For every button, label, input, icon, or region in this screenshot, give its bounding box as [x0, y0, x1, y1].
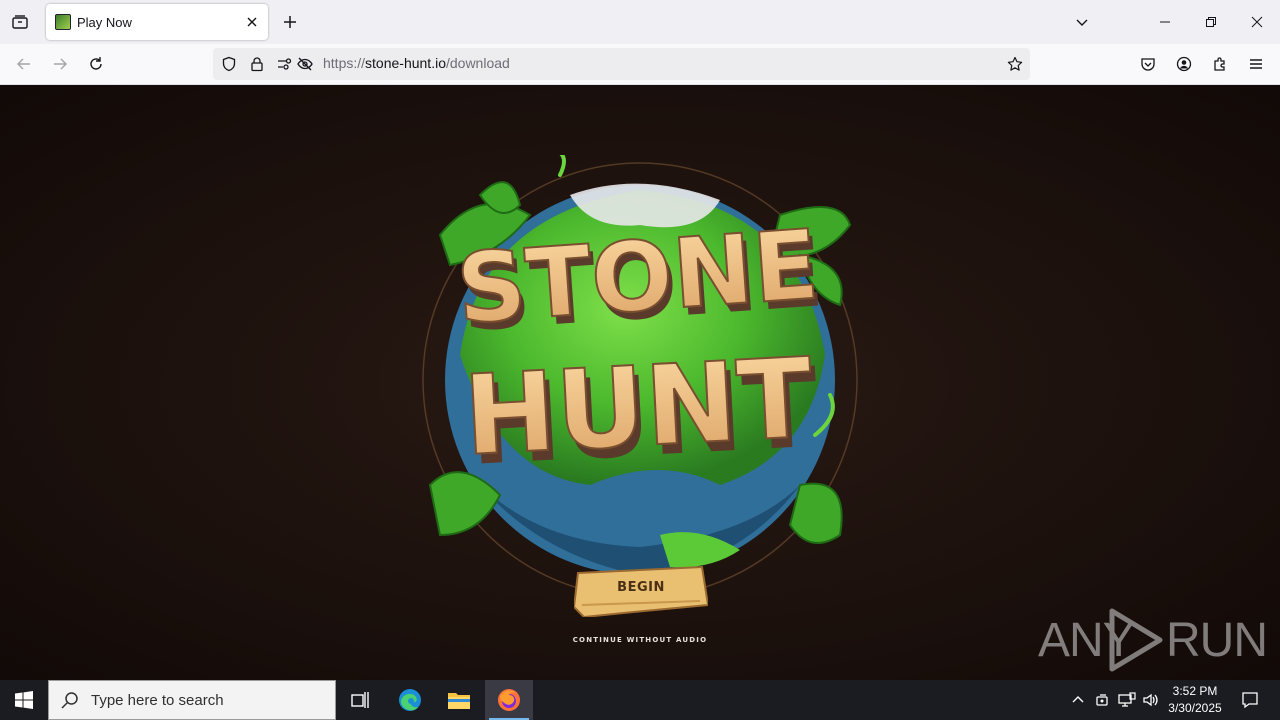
- tab-list-icon[interactable]: [8, 10, 32, 34]
- forward-icon[interactable]: [48, 52, 72, 76]
- meet-now-icon[interactable]: [1093, 690, 1113, 710]
- stone-hunt-favicon: [55, 14, 71, 30]
- search-icon: [61, 691, 79, 709]
- clock-date: 3/30/2025: [1168, 701, 1222, 715]
- firefox-icon[interactable]: [485, 680, 533, 720]
- taskbar-search-box[interactable]: Type here to search: [48, 680, 336, 720]
- watermark-text-right: RUN: [1166, 614, 1268, 667]
- back-icon[interactable]: [12, 52, 36, 76]
- tracking-off-icon[interactable]: [293, 52, 317, 76]
- edge-browser-icon[interactable]: [386, 680, 434, 720]
- shield-icon[interactable]: [217, 52, 241, 76]
- tab-title: Play Now: [77, 14, 132, 30]
- url-bar[interactable]: https://stone-hunt.io/download: [213, 48, 1030, 80]
- file-explorer-icon[interactable]: [435, 680, 483, 720]
- reload-icon[interactable]: [84, 52, 108, 76]
- close-icon[interactable]: [241, 11, 263, 33]
- restore-icon[interactable]: [1188, 0, 1234, 44]
- browser-tab-active[interactable]: Play Now: [46, 4, 268, 40]
- windows-start-icon[interactable]: [0, 680, 48, 720]
- browser-tab-strip: Play Now: [0, 0, 1280, 44]
- extensions-icon[interactable]: [1208, 52, 1232, 76]
- browser-nav-bar: https://stone-hunt.io/download: [0, 44, 1280, 85]
- begin-label: BEGIN: [617, 580, 665, 595]
- bookmark-star-icon[interactable]: [1003, 52, 1027, 76]
- chevron-up-icon[interactable]: [1068, 690, 1088, 710]
- search-placeholder: Type here to search: [91, 691, 224, 709]
- chevron-down-icon[interactable]: [1070, 10, 1094, 34]
- notification-icon[interactable]: [1232, 680, 1268, 720]
- task-view-icon[interactable]: [336, 680, 384, 720]
- begin-button[interactable]: BEGIN: [574, 565, 708, 617]
- lock-icon[interactable]: [245, 52, 269, 76]
- anyrun-watermark: ANY RUN: [1036, 605, 1268, 675]
- menu-icon[interactable]: [1244, 52, 1268, 76]
- windows-taskbar: Type here to search 3:52 PM 3/30/2025: [0, 680, 1280, 720]
- url-text: https://stone-hunt.io/download: [323, 55, 510, 71]
- logo-hunt-text: HUNT: [461, 334, 816, 480]
- play-triangle-icon: [1109, 608, 1163, 672]
- pocket-icon[interactable]: [1136, 52, 1160, 76]
- volume-icon[interactable]: [1141, 690, 1161, 710]
- network-icon[interactable]: [1117, 690, 1137, 710]
- taskbar-clock[interactable]: 3:52 PM 3/30/2025: [1160, 683, 1230, 717]
- stone-hunt-logo: STONE STONE HUNT HUNT: [420, 148, 860, 598]
- clock-time: 3:52 PM: [1172, 684, 1218, 698]
- minimize-icon[interactable]: [1142, 0, 1188, 44]
- plus-icon[interactable]: [279, 11, 301, 33]
- account-icon[interactable]: [1172, 52, 1196, 76]
- game-page: STONE STONE HUNT HUNT BEGIN CONTINUE WIT…: [0, 85, 1280, 680]
- continue-without-audio-link[interactable]: CONTINUE WITHOUT AUDIO: [560, 636, 720, 644]
- window-close-icon[interactable]: [1234, 0, 1280, 44]
